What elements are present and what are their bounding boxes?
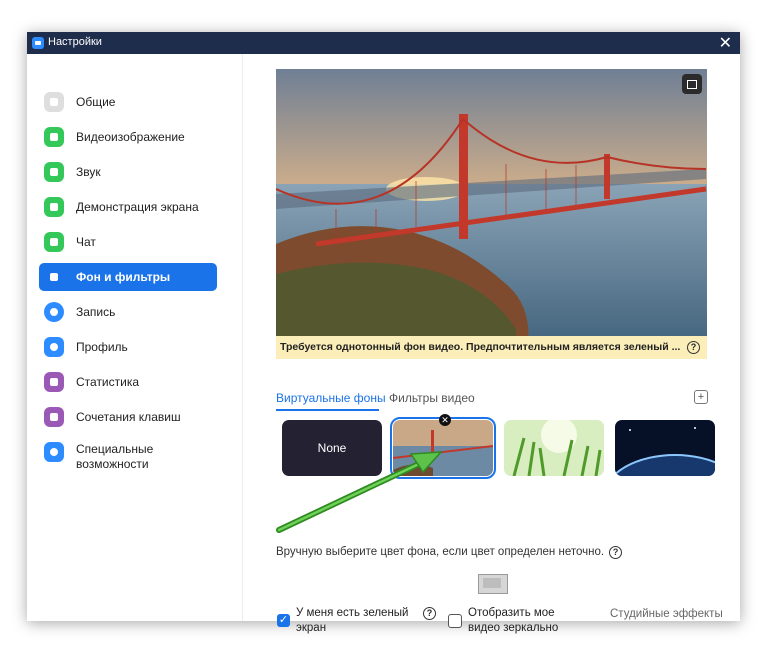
- sidebar-item-label: Специальные возможности: [76, 442, 154, 471]
- accessibility-icon: [44, 442, 64, 462]
- sidebar-item-profile[interactable]: Профиль: [39, 333, 217, 361]
- sidebar-item-share-screen[interactable]: Демонстрация экрана: [39, 193, 217, 221]
- mirror-video-checkbox[interactable]: [448, 614, 462, 628]
- sidebar-item-keyboard-shortcuts[interactable]: Сочетания клавиш: [39, 403, 217, 431]
- sidebar-item-label: Звук: [76, 165, 101, 179]
- background-icon: [44, 267, 64, 287]
- sidebar-item-chat[interactable]: Чат: [39, 228, 217, 256]
- green-screen-checkbox[interactable]: ✓: [277, 614, 290, 627]
- manual-color-text: Вручную выберите цвет фона, если цвет оп…: [276, 546, 605, 558]
- settings-window: Настройки ✕ Общие Видеоизображение Звук …: [27, 32, 740, 634]
- sidebar-item-statistics[interactable]: Статистика: [39, 368, 217, 396]
- headphones-icon: [44, 162, 64, 182]
- mirror-video-label: Отобразить мое видео зеркально: [468, 607, 559, 634]
- sidebar-item-background-filters[interactable]: Фон и фильтры: [39, 263, 217, 291]
- help-icon[interactable]: ?: [609, 546, 623, 559]
- sidebar-item-label: Сочетания клавиш: [76, 410, 181, 424]
- sidebar-item-label: Демонстрация экрана: [76, 200, 199, 214]
- sidebar-item-label: Видеоизображение: [76, 130, 185, 144]
- profile-icon: [44, 337, 64, 357]
- sidebar-item-label: Общие: [76, 95, 116, 109]
- statistics-icon: [44, 372, 64, 392]
- sidebar-item-label: Фон и фильтры: [76, 270, 171, 284]
- sidebar-item-label: Чат: [76, 235, 96, 249]
- sidebar-item-accessibility[interactable]: Специальные возможности: [39, 438, 217, 474]
- green-pointer-arrow: [276, 451, 443, 533]
- sidebar-item-label: Профиль: [76, 340, 128, 354]
- zoom-app-icon: [32, 37, 44, 49]
- keyboard-icon: [44, 407, 64, 427]
- close-icon[interactable]: ✕: [719, 33, 732, 53]
- green-screen-label: У меня есть зеленый экран: [296, 607, 409, 634]
- title-bar: Настройки ✕: [27, 32, 740, 54]
- sidebar-item-general[interactable]: Общие: [39, 88, 217, 116]
- gear-icon: [44, 92, 64, 112]
- studio-effects-link[interactable]: Студийные эффекты: [610, 608, 723, 620]
- sidebar-item-video[interactable]: Видеоизображение: [39, 123, 217, 151]
- manual-color-hint: Вручную выберите цвет фона, если цвет оп…: [276, 546, 623, 559]
- record-icon: [44, 302, 64, 322]
- window-title: Настройки: [48, 36, 102, 48]
- settings-sidebar: Общие Видеоизображение Звук Демонстрация…: [27, 54, 243, 621]
- sidebar-item-label: Статистика: [76, 375, 140, 389]
- color-swatch[interactable]: [478, 574, 508, 594]
- video-camera-icon: [44, 127, 64, 147]
- help-icon[interactable]: ?: [423, 607, 436, 620]
- sidebar-item-recording[interactable]: Запись: [39, 298, 217, 326]
- share-screen-icon: [44, 197, 64, 217]
- sidebar-item-audio[interactable]: Звук: [39, 158, 217, 186]
- settings-content: Требуется однотонный фон видео. Предпочт…: [243, 54, 740, 634]
- chat-bubble-icon: [44, 232, 64, 252]
- sidebar-item-label: Запись: [76, 305, 116, 319]
